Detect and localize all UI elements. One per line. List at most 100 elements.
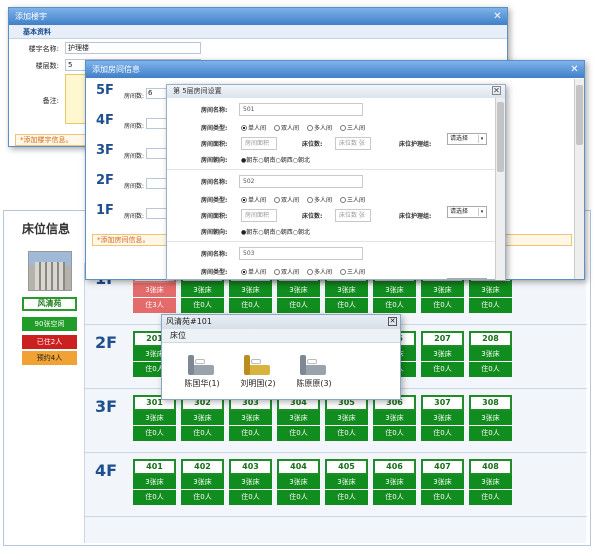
- room-type-radio[interactable]: 多人间: [307, 195, 332, 204]
- orientation-radio-group[interactable]: ●朝东○朝南○朝西○朝北: [241, 155, 310, 164]
- building-photo[interactable]: [28, 251, 72, 291]
- room-card[interactable]: 302 3张床 住0人: [181, 395, 224, 443]
- radio-dot: [274, 269, 280, 275]
- room-count-input[interactable]: [146, 178, 168, 189]
- window-title: 添加房间信息: [92, 65, 140, 74]
- popup-title-bar[interactable]: 风清苑#101 ✕: [162, 315, 400, 329]
- bed-count-input[interactable]: 床位数 张: [335, 209, 371, 222]
- radio-dot: [241, 125, 247, 131]
- room-name-input[interactable]: 502: [239, 175, 363, 188]
- room-settings-window: 第 5层房间设置 ✕ 房间名称: 501 房间类型: 单人间 双人间 多人间 三人间 房间面积…: [166, 84, 506, 280]
- room-card[interactable]: 304 3张床 住0人: [277, 395, 320, 443]
- window-title-bar[interactable]: 添加房间信息 ✕: [86, 61, 584, 78]
- bed-item-2[interactable]: 刘明国(2): [228, 353, 288, 389]
- building-name-input[interactable]: 护理楼: [65, 42, 201, 54]
- room-card[interactable]: 406 3张床 住0人: [373, 459, 416, 507]
- radio-dot: [274, 125, 280, 131]
- floor-label: 2F: [96, 173, 114, 188]
- close-icon[interactable]: ✕: [388, 317, 397, 326]
- building-name-badge[interactable]: 风清苑: [22, 297, 77, 311]
- scrollbar[interactable]: [495, 98, 505, 280]
- room-count-input[interactable]: [146, 118, 168, 129]
- room-type-radio[interactable]: 单人间: [241, 123, 266, 132]
- room-type-radio[interactable]: 双人间: [274, 267, 299, 276]
- bed-item-1[interactable]: 陈国华(1): [172, 353, 232, 389]
- room-card[interactable]: 407 3张床 住0人: [421, 459, 464, 507]
- room-type-radio[interactable]: 三人间: [340, 267, 365, 276]
- room-bed-count: 3张床: [277, 411, 320, 426]
- radio-dot: [307, 125, 313, 131]
- room-count-label: 房间数:: [124, 153, 145, 160]
- room-card[interactable]: 408 3张床 住0人: [469, 459, 512, 507]
- room-type-radio[interactable]: 三人间: [340, 195, 365, 204]
- room-name-label: 房间名称:: [201, 179, 228, 186]
- floor-label: 3F: [96, 143, 114, 158]
- room-name-label: 房间名称:: [201, 107, 228, 114]
- nurse-group-select[interactable]: 请选择▾: [447, 278, 487, 279]
- scrollbar[interactable]: [574, 79, 584, 279]
- room-occupancy: 住0人: [229, 298, 272, 313]
- room-card[interactable]: 404 3张床 住0人: [277, 459, 320, 507]
- bed-item-3[interactable]: 陈原原(3): [284, 353, 344, 389]
- radio-dot: [307, 197, 313, 203]
- room-bed-count: 3张床: [421, 283, 464, 298]
- radio-dot: [241, 269, 247, 275]
- room-count-input[interactable]: [146, 148, 168, 159]
- room-occupancy: 住0人: [373, 298, 416, 313]
- room-card[interactable]: 307 3张床 住0人: [421, 395, 464, 443]
- room-name-input[interactable]: 503: [239, 247, 363, 260]
- window-title-bar[interactable]: 添加楼宇 ✕: [9, 8, 507, 25]
- floor-label: 3F: [95, 397, 118, 416]
- room-card[interactable]: 207 3张床 住0人: [421, 331, 464, 379]
- room-type-radio[interactable]: 单人间: [241, 267, 266, 276]
- room-occupancy: 住0人: [469, 426, 512, 441]
- close-icon[interactable]: ✕: [569, 64, 580, 75]
- room-area-input[interactable]: 房间面积: [241, 209, 277, 222]
- close-icon[interactable]: ✕: [492, 86, 501, 95]
- window-title-bar[interactable]: 第 5层房间设置 ✕: [167, 85, 505, 98]
- reserved-badge: 预约4人: [22, 351, 77, 365]
- floor-label: 1F: [96, 203, 114, 218]
- room-name-input[interactable]: 501: [239, 103, 363, 116]
- room-card[interactable]: 305 3张床 住0人: [325, 395, 368, 443]
- room-occupancy: 住0人: [133, 490, 176, 505]
- room-bed-count: 3张床: [469, 283, 512, 298]
- room-config-block: 房间名称: 502 房间类型: 单人间 双人间 多人间 三人间 房间面积: 房间面积 床位数: 床位…: [167, 170, 495, 242]
- nurse-group-label: 床位护理组:: [399, 141, 432, 148]
- room-type-radio[interactable]: 多人间: [307, 123, 332, 132]
- nurse-group-select[interactable]: 请选择▾: [447, 133, 487, 145]
- popup-title: 风清苑#101: [166, 317, 212, 326]
- room-bed-count: 3张床: [229, 475, 272, 490]
- room-area-input[interactable]: 房间面积: [241, 137, 277, 150]
- close-icon[interactable]: ✕: [492, 11, 503, 22]
- orientation-radio-group[interactable]: ●朝东○朝南○朝西○朝北: [241, 227, 310, 236]
- room-card[interactable]: 208 3张床 住0人: [469, 331, 512, 379]
- room-count-input[interactable]: [146, 208, 168, 219]
- room-type-radio[interactable]: 双人间: [274, 123, 299, 132]
- room-bed-count: 3张床: [133, 411, 176, 426]
- room-card[interactable]: 301 3张床 住0人: [133, 395, 176, 443]
- room-type-radio[interactable]: 多人间: [307, 267, 332, 276]
- bed-icon: [188, 353, 216, 375]
- room-type-radio[interactable]: 三人间: [340, 123, 365, 132]
- room-bed-count: 3张床: [325, 475, 368, 490]
- room-card[interactable]: 403 3张床 住0人: [229, 459, 272, 507]
- nurse-group-select[interactable]: 请选择▾: [447, 206, 487, 218]
- room-count-label: 房间数:: [124, 213, 145, 220]
- room-type-radio[interactable]: 单人间: [241, 195, 266, 204]
- room-card[interactable]: 303 3张床 住0人: [229, 395, 272, 443]
- room-card[interactable]: 306 3张床 住0人: [373, 395, 416, 443]
- room-card[interactable]: 402 3张床 住0人: [181, 459, 224, 507]
- chevron-down-icon: ▾: [478, 208, 485, 216]
- room-card[interactable]: 405 3张床 住0人: [325, 459, 368, 507]
- room-occupancy: 住0人: [181, 426, 224, 441]
- bed-count-input[interactable]: 床位数 张: [335, 137, 371, 150]
- room-count-input[interactable]: 6: [146, 88, 168, 99]
- room-occupancy: 住0人: [229, 426, 272, 441]
- room-type-radio[interactable]: 双人间: [274, 195, 299, 204]
- room-card[interactable]: 308 3张床 住0人: [469, 395, 512, 443]
- room-occupancy: 住0人: [469, 490, 512, 505]
- room-bed-count: 3张床: [229, 283, 272, 298]
- radio-dot: [274, 197, 280, 203]
- room-card[interactable]: 401 3张床 住0人: [133, 459, 176, 507]
